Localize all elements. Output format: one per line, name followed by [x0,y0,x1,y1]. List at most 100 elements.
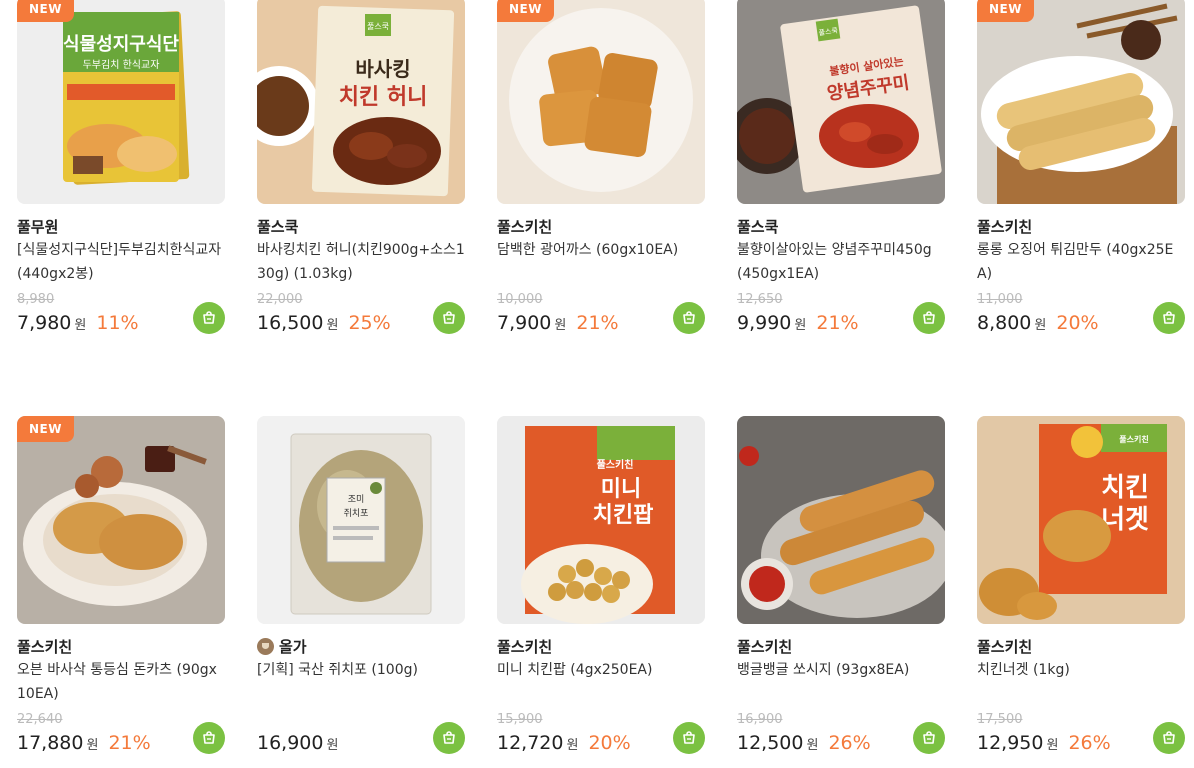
product-photo [17,416,225,624]
product-photo: 풀스키친 미니 치킨팝 [497,416,705,624]
discount-rate: 26% [828,732,871,754]
original-price: 22,640 [17,712,63,727]
product-name[interactable]: 불향이살아있는 양념주꾸미450g (450gx1EA) [737,238,945,286]
sale-price: 12,720 [497,732,564,754]
add-to-cart-button[interactable] [433,722,465,754]
sale-price: 7,900 [497,312,552,334]
original-price: 12,650 [737,292,783,307]
sale-price: 12,950 [977,732,1044,754]
product-photo: 식물성지구식단 두부김치 한식교자 [17,0,225,204]
price-row: 7,980 원 11% [17,312,139,334]
currency-unit: 원 [86,738,99,753]
package-label: 미니 [601,477,641,502]
add-to-cart-button[interactable] [433,302,465,334]
product-name[interactable]: 바사킹치킨 허니(치킨900g+소스130g) (1.03kg) [257,238,465,286]
product-name[interactable]: 뱅글뱅글 쏘시지 (93gx8EA) [737,658,945,706]
brand-name: 풀스키친 [977,638,1033,656]
sale-price: 16,500 [257,312,324,334]
package-label: 조미 [348,494,365,505]
price-row: 17,880 원 21% [17,732,151,754]
sale-price: 7,980 [17,312,72,334]
currency-unit: 원 [1046,738,1059,753]
cart-icon [443,731,455,744]
package-label: 쥐치포 [344,507,369,519]
new-badge: NEW [17,416,74,442]
product-photo [497,0,705,204]
product-image[interactable]: NEW [17,416,225,624]
discount-rate: 26% [1068,732,1111,754]
sale-price: 8,800 [977,312,1032,334]
product-name[interactable]: 미니 치킨팝 (4gx250EA) [497,658,705,706]
sale-price: 12,500 [737,732,804,754]
cart-icon [683,311,695,324]
product-name[interactable]: 담백한 광어까스 (60gx10EA) [497,238,705,286]
olga-logo-icon [257,638,274,655]
package-label: 치킨 [1101,473,1149,503]
currency-unit: 원 [326,318,339,333]
product-image[interactable]: 풀스쿡 바사킹 치킨 허니 [257,0,465,204]
brand-name: 올가 [257,636,307,657]
product-name[interactable]: 오븐 바사삭 통등심 돈카츠 (90gx10EA) [17,658,225,706]
add-to-cart-button[interactable] [1153,722,1185,754]
product-image[interactable]: 조미 쥐치포 [257,416,465,624]
discount-rate: 20% [588,732,631,754]
original-price: 15,900 [497,712,543,727]
product-name[interactable]: [식물성지구식단]두부김치한식교자 (440gx2봉) [17,238,225,286]
brand-name: 풀스쿡 [257,218,299,236]
currency-unit: 원 [1034,318,1047,333]
brand-name: 풀스쿡 [737,218,779,236]
product-photo: 풀스쿡 바사킹 치킨 허니 [257,0,465,204]
price-row: 12,950 원 26% [977,732,1111,754]
brand-name: 풀무원 [17,218,59,236]
new-badge: NEW [497,0,554,22]
cart-icon [203,311,215,324]
product-name[interactable]: 치킨너겟 (1kg) [977,658,1185,706]
add-to-cart-button[interactable] [673,722,705,754]
product-image[interactable]: NEW [497,0,705,204]
currency-unit: 원 [326,738,339,753]
brand-name: 풀스키친 [497,638,553,656]
original-price: 17,500 [977,712,1023,727]
add-to-cart-button[interactable] [193,302,225,334]
cart-icon [923,311,935,324]
original-price: 10,000 [497,292,543,307]
add-to-cart-button[interactable] [193,722,225,754]
brand-name: 풀스키친 [977,218,1033,236]
package-label: 풀스키친 [597,458,634,471]
package-label: 풀스쿡 [367,22,389,31]
cart-icon [923,731,935,744]
product-name[interactable]: [기획] 국산 쥐치포 (100g) [257,658,465,706]
brand-name: 풀스키친 [737,638,793,656]
discount-rate: 25% [348,312,391,334]
sale-price: 9,990 [737,312,792,334]
original-price: 8,980 [17,292,55,307]
add-to-cart-button[interactable] [673,302,705,334]
product-photo: 풀스키친 치킨 너겟 [977,416,1185,624]
new-badge: NEW [17,0,74,22]
add-to-cart-button[interactable] [1153,302,1185,334]
price-row: 7,900 원 21% [497,312,619,334]
currency-unit: 원 [554,318,567,333]
cart-icon [203,731,215,744]
discount-rate: 11% [96,312,139,334]
product-image[interactable]: NEW [977,0,1185,204]
currency-unit: 원 [806,738,819,753]
new-badge: NEW [977,0,1034,22]
currency-unit: 원 [794,318,807,333]
discount-rate: 20% [1056,312,1099,334]
product-image[interactable] [737,416,945,624]
product-name[interactable]: 롱롱 오징어 튀김만두 (40gx25EA) [977,238,1185,286]
add-to-cart-button[interactable] [913,302,945,334]
brand-name: 풀스키친 [17,638,73,656]
discount-rate: 21% [816,312,859,334]
add-to-cart-button[interactable] [913,722,945,754]
cart-icon [443,311,455,324]
product-photo: 조미 쥐치포 [257,416,465,624]
product-image[interactable]: 식물성지구식단 두부김치 한식교자 NEW [17,0,225,204]
product-image[interactable]: 풀스키친 미니 치킨팝 [497,416,705,624]
discount-rate: 21% [108,732,151,754]
product-image[interactable]: 풀스키친 치킨 너겟 [977,416,1185,624]
package-label: 풀스키친 [1119,434,1148,444]
sale-price: 16,900 [257,732,324,754]
product-image[interactable]: 풀스쿡 불향이 살아있는 양념주꾸미 [737,0,945,204]
